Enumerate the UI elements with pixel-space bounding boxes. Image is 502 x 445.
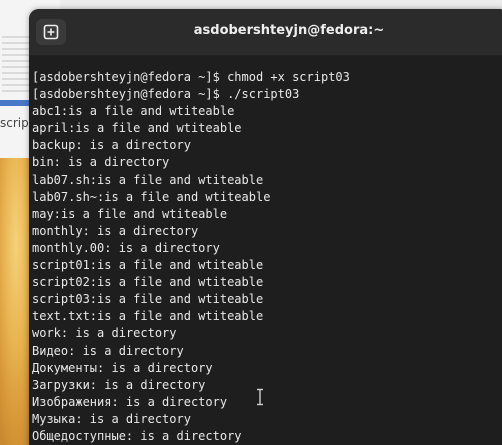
background-partial-text: scrip xyxy=(0,116,29,130)
terminal-line: lab07.sh~:is a file and wtiteable xyxy=(32,189,271,204)
terminal-line: text.txt:is a file and wtiteable xyxy=(32,309,264,324)
terminal-line: work: is a directory xyxy=(32,326,177,341)
terminal-line: may:is a file and wtiteable xyxy=(32,206,228,221)
terminal-line: script01:is a file and wtiteable xyxy=(32,258,264,273)
terminal-window[interactable]: asdobershteyjn@fedora:~ [asdobershteyjn@… xyxy=(29,9,502,445)
window-title: asdobershteyjn@fedora:~ xyxy=(193,23,385,38)
desktop: scrip asdobershteyjn@fedora:~ [asdobersh… xyxy=(0,0,502,445)
terminal-titlebar[interactable]: asdobershteyjn@fedora:~ xyxy=(29,9,502,56)
terminal-line: monthly.00: is a directory xyxy=(32,240,220,255)
terminal-line: script03:is a file and wtiteable xyxy=(32,292,264,307)
terminal-line: Музыка: is a directory xyxy=(32,411,191,426)
terminal-line: [asdobershteyjn@fedora ~]$ ./script03 xyxy=(32,87,300,102)
terminal-line: bin: is a directory xyxy=(32,155,170,170)
terminal-line: Видео: is a directory xyxy=(32,343,184,358)
terminal-line: abc1:is a file and wtiteable xyxy=(32,104,235,119)
terminal-line: Загрузки: is a directory xyxy=(32,377,206,392)
terminal-line: Документы: is a directory xyxy=(32,360,213,375)
background-document-lines xyxy=(2,36,30,96)
terminal-line: monthly: is a directory xyxy=(32,223,199,238)
terminal-line: april:is a file and wtiteable xyxy=(32,121,242,136)
terminal-line: script02:is a file and wtiteable xyxy=(32,275,264,290)
terminal-line: backup: is a directory xyxy=(32,138,191,153)
terminal-line: [asdobershteyjn@fedora ~]$ chmod +x scri… xyxy=(32,70,350,84)
background-accent-bar xyxy=(0,100,30,106)
terminal-output[interactable]: [asdobershteyjn@fedora ~]$ chmod +x scri… xyxy=(31,65,502,445)
text-cursor-icon xyxy=(257,388,263,406)
terminal-line: Изображения: is a directory xyxy=(32,394,228,409)
terminal-line: Общедоступные: is a directory xyxy=(32,428,242,443)
terminal-line: lab07.sh:is a file and wtiteable xyxy=(32,172,264,187)
